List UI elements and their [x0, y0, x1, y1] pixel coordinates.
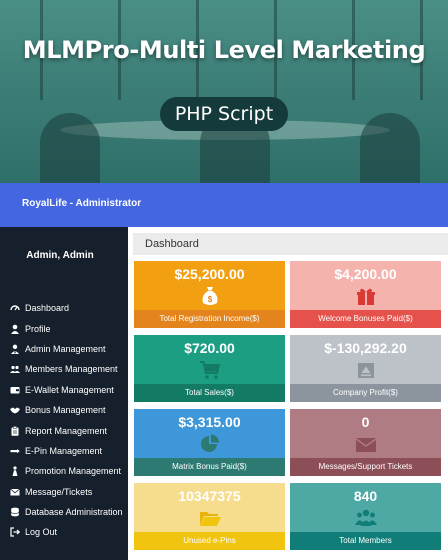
database-icon — [9, 507, 20, 518]
envelope-icon — [355, 433, 377, 455]
sidebar-item-bonus-management[interactable]: Bonus Management — [0, 400, 128, 420]
top-navbar: RoyalLife - Administrator — [0, 183, 448, 227]
folder-open-icon — [199, 507, 221, 529]
card-matrix-bonus-paid[interactable]: $3,315.00 Matrix Bonus Paid($) — [134, 409, 285, 476]
card-value: 10347375 — [178, 488, 241, 504]
brand-title[interactable]: RoyalLife - Administrator — [22, 198, 141, 209]
user-tie-icon — [9, 343, 20, 354]
gift-icon — [355, 285, 377, 307]
card-label: Unused e-Pins — [134, 532, 285, 550]
sidebar-item-profile[interactable]: Profile — [0, 318, 128, 338]
sidebar-item-promotion-management[interactable]: Promotion Management — [0, 461, 128, 481]
sidebar-menu: Dashboard Profile Admin Management Membe… — [0, 298, 128, 543]
card-total-sales[interactable]: $720.00 Total Sales($) — [134, 335, 285, 402]
card-label: Company Profit($) — [290, 384, 441, 402]
users-icon — [354, 507, 377, 529]
sidebar-item-label: Message/Tickets — [25, 486, 93, 497]
wallet-icon — [9, 384, 20, 395]
sidebar-item-label: Bonus Management — [25, 405, 106, 416]
card-label: Messages/Support Tickets — [290, 458, 441, 476]
user-icon — [9, 323, 20, 334]
card-total-members[interactable]: 840 Total Members — [290, 483, 441, 550]
sidebar-item-admin-management[interactable]: Admin Management — [0, 339, 128, 359]
handshake-icon — [9, 405, 20, 416]
sidebar-item-label: E-Pin Management — [25, 445, 103, 456]
card-value: $720.00 — [184, 340, 235, 356]
logout-icon — [9, 527, 20, 538]
card-value: 0 — [361, 414, 370, 430]
main-content: Dashboard $25,200.00 $ Total Registratio… — [128, 227, 448, 560]
breadcrumb: Dashboard — [133, 233, 448, 255]
sidebar-item-report-management[interactable]: Report Management — [0, 420, 128, 440]
card-value: 840 — [353, 488, 378, 504]
sidebar-item-database-administration[interactable]: Database Administration — [0, 502, 128, 522]
sidebar-item-message-tickets[interactable]: Message/Tickets — [0, 482, 128, 502]
sidebar-item-label: Log Out — [25, 527, 58, 538]
card-label: Welcome Bonuses Paid($) — [290, 310, 441, 328]
person-icon — [9, 466, 20, 477]
card-total-registration-income[interactable]: $25,200.00 $ Total Registration Income($… — [134, 261, 285, 328]
card-unused-epins[interactable]: 10347375 Unused e-Pins — [134, 483, 285, 550]
card-label: Matrix Bonus Paid($) — [134, 458, 285, 476]
hero-badge: PHP Script — [160, 97, 288, 131]
speedometer-icon — [9, 303, 20, 314]
svg-text:$: $ — [207, 295, 212, 304]
users-icon — [9, 364, 20, 375]
sidebar-item-label: Promotion Management — [25, 466, 122, 477]
sidebar-item-label: Dashboard — [25, 303, 70, 314]
card-value: $-130,292.20 — [324, 340, 407, 356]
user-name: Admin, Admin — [26, 250, 94, 261]
sidebar-item-label: Profile — [25, 323, 51, 334]
card-value: $25,200.00 — [174, 266, 245, 282]
pie-chart-icon — [199, 433, 221, 455]
card-value: $3,315.00 — [178, 414, 241, 430]
sidebar-item-label: Admin Management — [25, 343, 106, 354]
sidebar: Admin, Admin Dashboard Profile Admin Man… — [0, 227, 128, 560]
card-label: Total Members — [290, 532, 441, 550]
card-welcome-bonuses-paid[interactable]: $4,200.00 Welcome Bonuses Paid($) — [290, 261, 441, 328]
bank-icon — [355, 359, 377, 381]
cart-icon — [199, 359, 221, 381]
sidebar-item-label: Report Management — [25, 425, 108, 436]
sidebar-item-dashboard[interactable]: Dashboard — [0, 298, 128, 318]
sidebar-item-members-management[interactable]: Members Management — [0, 359, 128, 379]
sidebar-item-ewallet-management[interactable]: E-Wallet Management — [0, 380, 128, 400]
card-value: $4,200.00 — [334, 266, 397, 282]
sidebar-item-label: Members Management — [25, 364, 118, 375]
hero-banner: MLMPro-Multi Level Marketing PHP Script — [0, 0, 448, 183]
card-label: Total Registration Income($) — [134, 310, 285, 328]
card-label: Total Sales($) — [134, 384, 285, 402]
card-company-profit[interactable]: $-130,292.20 Company Profit($) — [290, 335, 441, 402]
clipboard-icon — [9, 425, 20, 436]
sidebar-item-logout[interactable]: Log Out — [0, 522, 128, 542]
pin-icon — [9, 445, 20, 456]
hero-title: MLMPro-Multi Level Marketing — [22, 36, 426, 64]
sidebar-item-label: E-Wallet Management — [25, 384, 114, 395]
card-messages-support-tickets[interactable]: 0 Messages/Support Tickets — [290, 409, 441, 476]
sidebar-item-label: Database Administration — [25, 507, 123, 518]
money-bag-icon: $ — [199, 285, 221, 307]
envelope-icon — [9, 486, 20, 497]
sidebar-item-epin-management[interactable]: E-Pin Management — [0, 441, 128, 461]
